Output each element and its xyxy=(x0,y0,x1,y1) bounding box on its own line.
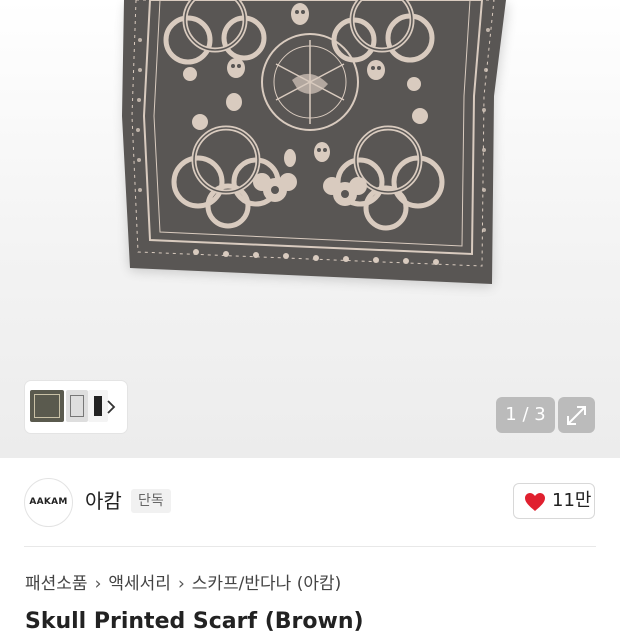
breadcrumb-item[interactable]: 스카프/반다나 (아캄) xyxy=(192,574,342,594)
breadcrumb-item[interactable]: 패션소품 xyxy=(25,574,88,594)
product-title: Skull Printed Scarf (Brown) xyxy=(25,609,364,634)
chevron-right-icon: › xyxy=(94,574,102,594)
expand-icon xyxy=(567,406,586,425)
expand-button[interactable] xyxy=(558,397,595,433)
breadcrumb: 패션소품 › 액세서리 › 스카프/반다나 (아캄) xyxy=(25,572,341,596)
exclusive-badge: 단독 xyxy=(131,489,171,513)
chevron-right-icon: › xyxy=(177,574,185,594)
product-image-gallery[interactable]: 1 / 3 xyxy=(0,0,620,458)
thumbnail-2[interactable] xyxy=(66,390,88,422)
thumbnail-1[interactable] xyxy=(30,390,64,422)
divider xyxy=(24,546,596,547)
like-button[interactable]: 11만 xyxy=(513,483,595,519)
heart-icon xyxy=(525,493,545,511)
breadcrumb-item[interactable]: 액세서리 xyxy=(108,574,171,594)
image-counter: 1 / 3 xyxy=(496,397,555,433)
chevron-right-icon[interactable] xyxy=(106,396,116,424)
thumbnail-3[interactable] xyxy=(88,390,108,422)
brand-logo[interactable]: AAKAM xyxy=(24,478,73,527)
brand-name[interactable]: 아캄 xyxy=(85,487,122,515)
like-count: 11만 xyxy=(552,490,592,511)
